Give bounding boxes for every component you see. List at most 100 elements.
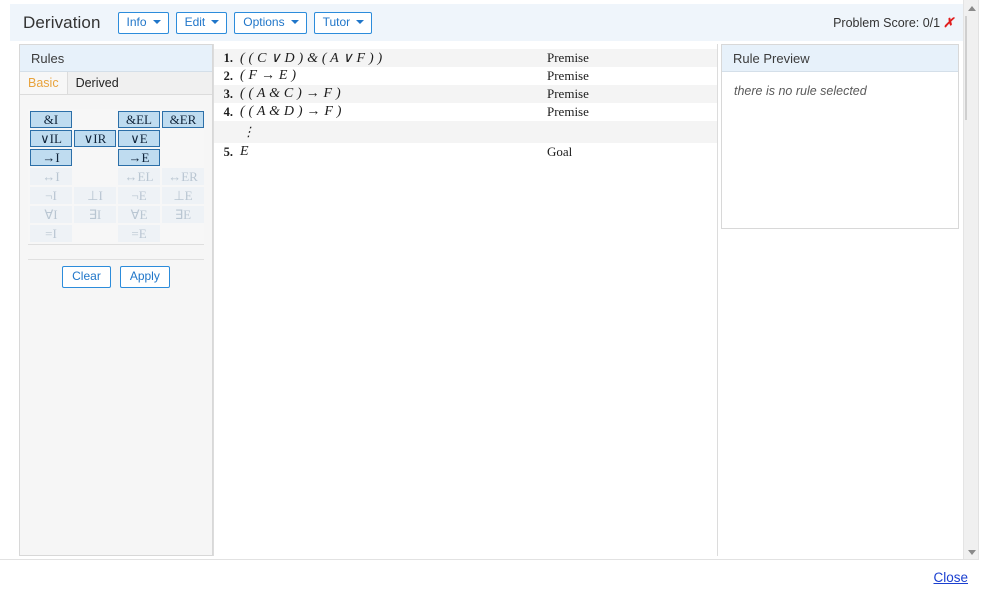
vertical-scrollbar[interactable] — [963, 0, 978, 559]
problem-score-label: Problem Score: 0/1 — [833, 15, 941, 30]
line-justification: Premise — [547, 68, 589, 83]
rule-row: ∨IL ∨IR ∨E — [30, 130, 204, 147]
rule-preview-title: Rule Preview — [733, 50, 810, 66]
line-justification: Premise — [547, 104, 589, 119]
line-justification: Premise — [547, 50, 589, 65]
rule-button-or-ir[interactable]: ∨IR — [74, 130, 116, 147]
line-formula: ( ( A & D ) → F ) — [240, 104, 342, 119]
scroll-down-button[interactable] — [964, 544, 978, 559]
rule-button-and-el[interactable]: &EL — [118, 111, 160, 128]
derivation-window: Derivation Info Edit Options Tutor Probl… — [0, 0, 994, 595]
rules-panel-header: Rules — [20, 45, 212, 72]
rule-row: ¬I ⊥I ¬E ⊥E — [30, 187, 204, 204]
rule-button-or-il[interactable]: ∨IL — [30, 130, 72, 147]
line-number: 5. — [223, 144, 233, 159]
app-header: Derivation Info Edit Options Tutor Probl… — [10, 4, 968, 41]
tab-derived[interactable]: Derived — [68, 72, 127, 94]
tab-basic[interactable]: Basic — [20, 72, 68, 94]
menu-label-info: Info — [126, 14, 147, 29]
rule-button-exists-e: ∃E — [162, 206, 204, 223]
menu-button-tutor[interactable]: Tutor — [313, 11, 373, 34]
derivation-line[interactable]: 5. E Goal — [214, 143, 717, 161]
line-number: 3. — [223, 86, 233, 101]
rule-slot-empty — [74, 225, 116, 242]
rule-button-iff-er: ↔ER — [162, 168, 204, 185]
rule-button-bottom-i: ⊥I — [74, 187, 116, 204]
scroll-up-button[interactable] — [964, 0, 978, 16]
line-formula: ( F → E ) — [240, 68, 297, 83]
tab-derived-label: Derived — [75, 76, 119, 90]
menu-bar: Info Edit Options Tutor — [117, 11, 373, 34]
line-formula: ( ( A & C ) → F ) — [240, 86, 341, 101]
rules-grid-container: &I &EL &ER ∨IL ∨IR ∨E →I →E ↔I ↔EL ↔ER ¬… — [28, 109, 204, 245]
rule-button-not-i: ¬I — [30, 187, 72, 204]
rule-slot-empty — [162, 225, 204, 242]
body-area: Rules Basic Derived &I &EL &ER ∨IL ∨IR ∨… — [10, 41, 968, 559]
rule-button-or-e[interactable]: ∨E — [118, 130, 160, 147]
derivation-line[interactable]: 2. ( F → E ) Premise — [214, 67, 717, 85]
rule-button-bottom-e: ⊥E — [162, 187, 204, 204]
rule-slot-empty — [162, 149, 204, 166]
chevron-down-icon — [211, 20, 220, 24]
derivation-line[interactable]: 1. ( ( C ∨ D ) & ( A ∨ F ) ) Premise — [214, 49, 717, 67]
rules-panel: Rules Basic Derived &I &EL &ER ∨IL ∨IR ∨… — [19, 44, 213, 556]
footer: Close — [0, 560, 979, 595]
line-justification: Goal — [547, 144, 573, 159]
page-title: Derivation — [23, 12, 101, 32]
rule-row: &I &EL &ER — [30, 111, 204, 128]
rule-button-not-e: ¬E — [118, 187, 160, 204]
close-link[interactable]: Close — [933, 570, 968, 585]
rule-slot-empty — [74, 168, 116, 185]
menu-button-options[interactable]: Options — [234, 11, 307, 34]
rule-slot-empty — [74, 111, 116, 128]
rule-slot-empty — [74, 149, 116, 166]
rule-preview-message: there is no rule selected — [734, 84, 867, 98]
derivation-gap-row[interactable]: ⋮ — [214, 121, 717, 143]
rule-button-implies-i[interactable]: →I — [30, 149, 72, 166]
rule-grid: &I &EL &ER ∨IL ∨IR ∨E →I →E ↔I ↔EL ↔ER ¬… — [28, 109, 206, 244]
rule-slot-empty — [162, 130, 204, 147]
derivation-line[interactable]: 4. ( ( A & D ) → F ) Premise — [214, 103, 717, 121]
apply-button[interactable]: Apply — [119, 265, 170, 288]
incorrect-x-icon: ✗ — [943, 14, 954, 30]
rule-button-forall-e: ∀E — [118, 206, 160, 223]
rule-button-iff-el: ↔EL — [118, 168, 160, 185]
rules-panel-title: Rules — [31, 50, 65, 66]
triangle-down-icon — [967, 549, 976, 555]
rule-row: =I =E — [30, 225, 204, 242]
rule-button-eq-e: =E — [118, 225, 160, 242]
rule-preview-panel: Rule Preview there is no rule selected — [721, 44, 959, 229]
chevron-down-icon — [356, 20, 365, 24]
problem-score: Problem Score: 0/1 ✗ — [833, 15, 954, 31]
menu-button-edit[interactable]: Edit — [175, 11, 228, 34]
rule-button-iff-i: ↔I — [30, 168, 72, 185]
rule-preview-header: Rule Preview — [722, 45, 958, 72]
menu-label-tutor: Tutor — [322, 14, 351, 29]
menu-button-info[interactable]: Info — [117, 11, 169, 34]
scroll-frame: Derivation Info Edit Options Tutor Probl… — [0, 0, 979, 560]
rule-button-implies-e[interactable]: →E — [118, 149, 160, 166]
derivation-line[interactable]: 3. ( ( A & C ) → F ) Premise — [214, 85, 717, 103]
triangle-up-icon — [967, 5, 976, 11]
rule-row: →I →E — [30, 149, 204, 166]
chevron-down-icon — [152, 20, 161, 24]
rule-row: ↔I ↔EL ↔ER — [30, 168, 204, 185]
rule-button-and-er[interactable]: &ER — [162, 111, 204, 128]
rule-row: ∀I ∃I ∀E ∃E — [30, 206, 204, 223]
rule-button-forall-i: ∀I — [30, 206, 72, 223]
scrollbar-thumb[interactable] — [965, 16, 978, 120]
line-formula: E — [240, 144, 249, 159]
line-number: 2. — [223, 68, 233, 83]
line-number: 4. — [223, 104, 233, 119]
line-number: 1. — [223, 50, 233, 65]
clear-button[interactable]: Clear — [62, 265, 111, 288]
rule-button-exists-i: ∃I — [74, 206, 116, 223]
menu-label-edit: Edit — [184, 14, 206, 29]
rule-button-and-i[interactable]: &I — [30, 111, 72, 128]
chevron-down-icon — [290, 20, 299, 24]
line-formula: ( ( C ∨ D ) & ( A ∨ F ) ) — [240, 50, 383, 66]
derivation-panel: 1. ( ( C ∨ D ) & ( A ∨ F ) ) Premise 2. … — [213, 44, 718, 556]
line-justification: Premise — [547, 86, 589, 101]
menu-label-options: Options — [243, 14, 285, 29]
rules-tabs: Basic Derived — [20, 72, 212, 95]
